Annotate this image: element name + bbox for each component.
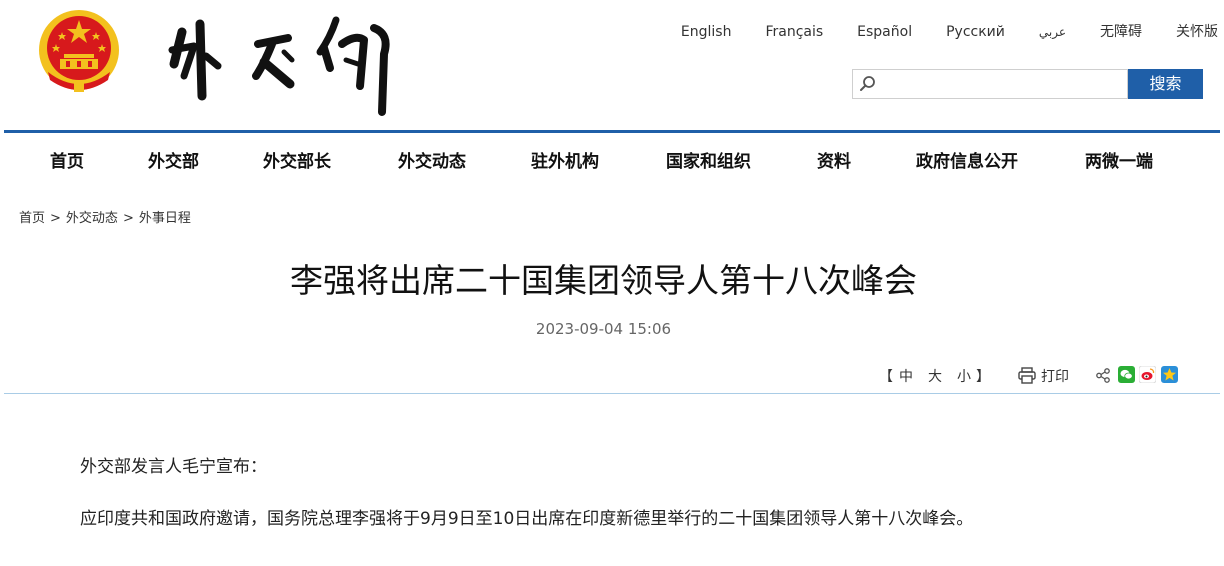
search-box: [852, 69, 1128, 99]
elderly-care-link[interactable]: 关怀版: [1176, 22, 1218, 42]
lang-arabic-link[interactable]: عربي: [1039, 22, 1066, 42]
nav-item-resources[interactable]: 资料: [817, 147, 851, 172]
lang-english-link[interactable]: English: [681, 22, 732, 42]
nav-item-ministry[interactable]: 外交部: [148, 147, 199, 172]
article-date: 2023-09-04 15:06: [535, 320, 672, 338]
lang-french-link[interactable]: Français: [765, 22, 823, 42]
national-emblem-icon: [39, 10, 119, 92]
ministry-logo: [168, 16, 390, 116]
article-paragraph: 应印度共和国政府邀请，国务院总理李强将于9月9日至10日出席在印度新德里举行的二…: [80, 509, 974, 529]
qzone-icon[interactable]: [1161, 366, 1178, 383]
nav-item-countries[interactable]: 国家和组织: [666, 147, 751, 172]
breadcrumb-home[interactable]: 首页: [19, 211, 45, 226]
nav-item-gov-info[interactable]: 政府信息公开: [916, 147, 1018, 172]
nav-item-home[interactable]: 首页: [50, 147, 84, 172]
main-nav: 首页 外交部 外交部长 外交动态 驻外机构 国家和组织 资料 政府信息公开 两微…: [0, 133, 1224, 183]
article-title: 李强将出席二十国集团领导人第十八次峰会: [290, 261, 917, 300]
lang-spanish-link[interactable]: Español: [857, 22, 912, 42]
print-icon[interactable]: [1018, 367, 1036, 384]
font-size-bracket-close: 】: [976, 369, 990, 385]
weibo-icon[interactable]: [1139, 366, 1156, 383]
breadcrumb-activities[interactable]: 外交动态: [66, 211, 118, 226]
breadcrumb: 首页 > 外交动态 > 外事日程: [19, 207, 191, 226]
lang-russian-link[interactable]: Русский: [946, 22, 1005, 42]
breadcrumb-separator: >: [50, 211, 61, 226]
search-input[interactable]: [881, 73, 1121, 97]
nav-item-minister[interactable]: 外交部长: [263, 147, 331, 172]
wechat-icon[interactable]: [1118, 366, 1135, 383]
accessibility-link[interactable]: 无障碍: [1100, 22, 1142, 42]
font-size-small-button[interactable]: 小: [957, 366, 971, 386]
font-size-large-button[interactable]: 中: [899, 366, 913, 386]
language-bar: English Français Español Русский عربي 无障…: [647, 22, 1218, 42]
print-button[interactable]: 打印: [1041, 366, 1069, 386]
font-size-bracket-open: 【: [879, 369, 893, 385]
breadcrumb-schedule[interactable]: 外事日程: [139, 211, 191, 226]
content-divider: [4, 393, 1220, 394]
search-icon: [860, 76, 875, 91]
article-tools: 【 中 大 小 】 打印: [0, 366, 1224, 386]
nav-item-activities[interactable]: 外交动态: [398, 147, 466, 172]
article-paragraph: 外交部发言人毛宁宣布：: [80, 457, 267, 477]
nav-item-missions[interactable]: 驻外机构: [531, 147, 599, 172]
search-button[interactable]: 搜索: [1128, 69, 1203, 99]
share-icon[interactable]: [1096, 368, 1110, 383]
font-size-medium-button[interactable]: 大: [928, 366, 942, 386]
breadcrumb-separator: >: [122, 211, 134, 226]
nav-item-social[interactable]: 两微一端: [1085, 147, 1153, 172]
